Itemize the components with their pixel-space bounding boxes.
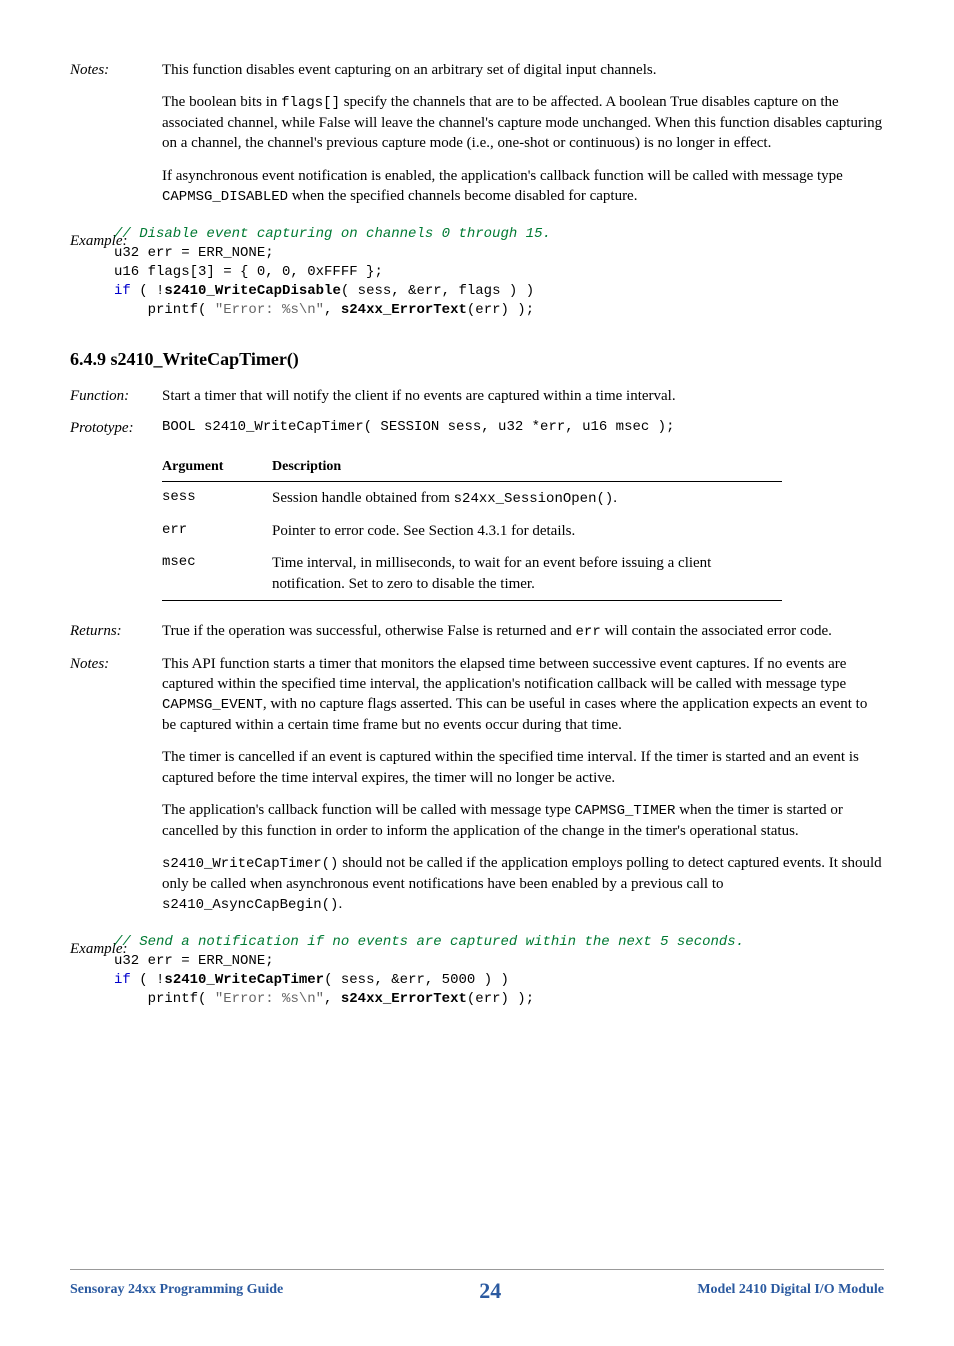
label-prototype: Prototype:	[70, 418, 162, 438]
returns-row: Returns: True if the operation was succe…	[70, 621, 884, 642]
function-row: Function: Start a timer that will notify…	[70, 386, 884, 406]
notes1-content: This function disables event capturing o…	[162, 60, 884, 219]
notes-block-2: Notes: This API function starts a timer …	[70, 654, 884, 927]
label-returns: Returns:	[70, 621, 162, 642]
argument-table: Argument Description sess Session handle…	[162, 454, 782, 601]
label-notes2: Notes:	[70, 654, 162, 927]
notes1-p1: This function disables event capturing o…	[162, 60, 884, 80]
notes2-p2: The timer is cancelled if an event is ca…	[162, 747, 884, 788]
args-table-row: Argument Description sess Session handle…	[70, 450, 884, 609]
notes1-p3: If asynchronous event notification is en…	[162, 166, 884, 207]
table-row: sess Session handle obtained from s24xx_…	[162, 482, 782, 515]
prototype-text: BOOL s2410_WriteCapTimer( SESSION sess, …	[162, 418, 884, 438]
table-row: err Pointer to error code. See Section 4…	[162, 515, 782, 547]
notes2-content: This API function starts a timer that mo…	[162, 654, 884, 927]
returns-text: True if the operation was successful, ot…	[162, 621, 884, 642]
code-flags: flags[]	[281, 95, 340, 111]
notes2-p3: The application's callback function will…	[162, 800, 884, 841]
function-text: Start a timer that will notify the clien…	[162, 386, 884, 406]
notes2-p4: s2410_WriteCapTimer() should not be call…	[162, 853, 884, 915]
label-notes: Notes:	[70, 60, 162, 219]
footer-pagenum: 24	[479, 1276, 501, 1306]
notes2-p1: This API function starts a timer that mo…	[162, 654, 884, 736]
label-function: Function:	[70, 386, 162, 406]
table-row: msec Time interval, in milliseconds, to …	[162, 547, 782, 600]
notes1-p2: The boolean bits in flags[] specify the …	[162, 92, 884, 153]
section-heading: 6.4.9 s2410_WriteCapTimer()	[70, 347, 884, 371]
footer-right: Model 2410 Digital I/O Module	[697, 1281, 884, 1300]
code-capmsg-disabled: CAPMSG_DISABLED	[162, 189, 288, 205]
table-header: Argument Description	[162, 454, 782, 481]
notes-block-1: Notes: This function disables event capt…	[70, 60, 884, 219]
prototype-row: Prototype: BOOL s2410_WriteCapTimer( SES…	[70, 418, 884, 438]
footer-left: Sensoray 24xx Programming Guide	[70, 1281, 283, 1300]
page-footer: Sensoray 24xx Programming Guide 24 Model…	[70, 1269, 884, 1306]
